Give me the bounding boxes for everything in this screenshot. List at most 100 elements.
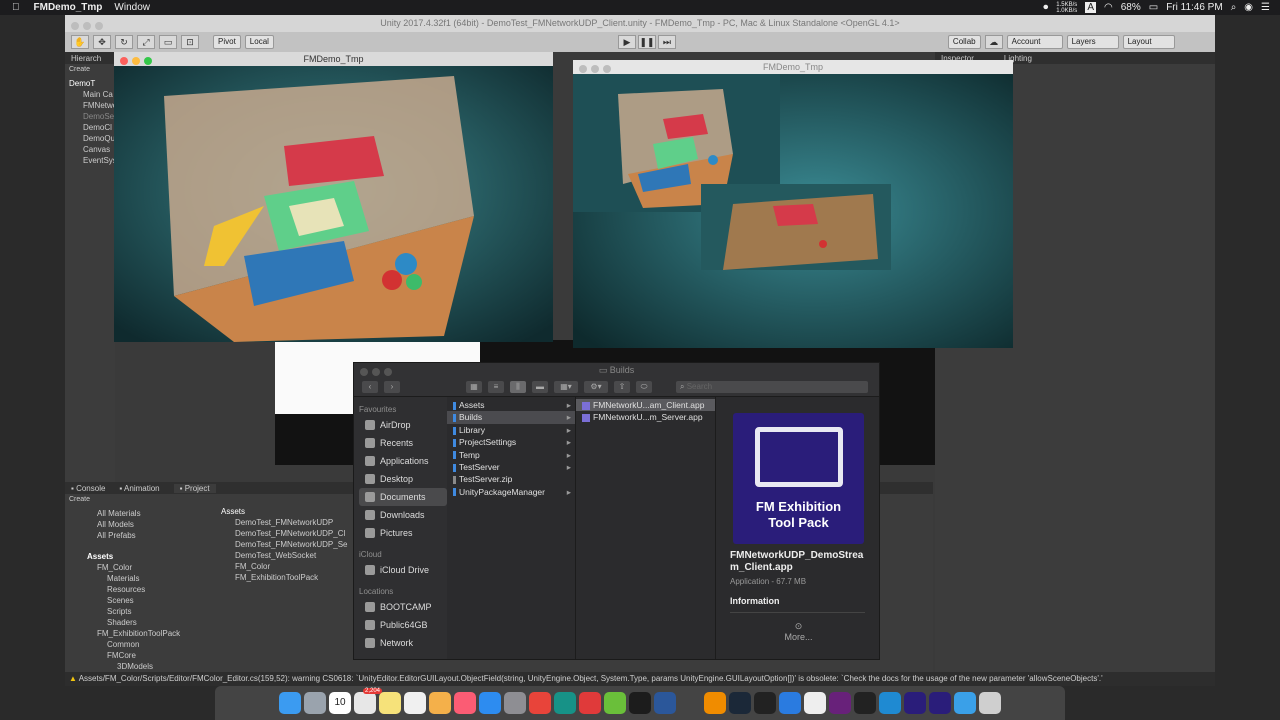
layout-dropdown[interactable]: Layout bbox=[1122, 35, 1175, 49]
console-tab[interactable]: ▪ Console bbox=[71, 484, 105, 493]
clock[interactable]: Fri 11:46 PM bbox=[1166, 2, 1223, 13]
gitkraken-icon[interactable] bbox=[554, 692, 576, 714]
record-icon[interactable]: ⏺ bbox=[1043, 2, 1048, 13]
sidebar-item-public64gb[interactable]: Public64GB bbox=[359, 616, 447, 634]
sidebar-item-pictures[interactable]: Pictures bbox=[359, 524, 447, 542]
transform-tool-icon[interactable]: ⊡ bbox=[181, 35, 199, 49]
sidebar-item-downloads[interactable]: Downloads bbox=[359, 506, 447, 524]
trash-icon[interactable] bbox=[979, 692, 1001, 714]
pivot-toggle[interactable]: Pivot bbox=[213, 35, 241, 49]
local-toggle[interactable]: Local bbox=[244, 35, 274, 49]
pause-button[interactable]: ❚❚ bbox=[637, 35, 656, 49]
reminders-icon[interactable] bbox=[404, 692, 426, 714]
monodevelop-icon[interactable] bbox=[604, 692, 626, 714]
folder-item[interactable]: FMCore bbox=[69, 650, 213, 661]
vlc-icon[interactable] bbox=[704, 692, 726, 714]
folder-item[interactable]: FM_ExhibitionToolPack bbox=[69, 628, 213, 639]
chrome-icon[interactable] bbox=[529, 692, 551, 714]
hierarchy-item[interactable]: DemoSe bbox=[69, 111, 115, 122]
folder-item[interactable]: FM_Color bbox=[69, 562, 213, 573]
system-preferences-icon[interactable] bbox=[504, 692, 526, 714]
siri-icon[interactable]: ◉ bbox=[1244, 2, 1253, 13]
sidebar-item-recents[interactable]: Recents bbox=[359, 434, 447, 452]
hand-tool-icon[interactable]: ✋ bbox=[71, 35, 89, 49]
hierarchy-item[interactable]: DemoCl bbox=[69, 122, 115, 133]
photo-booth-icon[interactable] bbox=[679, 692, 701, 714]
finder-list-item[interactable]: ProjectSettings ▸ bbox=[447, 436, 575, 448]
app-menu[interactable]: FMDemo_Tmp bbox=[34, 2, 103, 13]
asset-item[interactable]: DemoTest_WebSocket bbox=[221, 550, 352, 561]
asset-item[interactable]: FM_ExhibitionToolPack bbox=[221, 572, 352, 583]
downloads-folder-icon[interactable] bbox=[954, 692, 976, 714]
hierarchy-item[interactable]: FMNetwo bbox=[69, 100, 117, 111]
build-app-1-icon[interactable] bbox=[904, 692, 926, 714]
column-view-button[interactable]: ⫼ bbox=[510, 380, 526, 393]
terminal-icon[interactable] bbox=[629, 692, 651, 714]
finder-app-item[interactable]: FMNetworkU...m_Server.app bbox=[576, 411, 715, 423]
apple-menu-icon[interactable]:  bbox=[12, 2, 20, 13]
scale-tool-icon[interactable]: ⤢ bbox=[137, 35, 155, 49]
finder-titlebar[interactable]: ▭ Builds bbox=[354, 363, 879, 377]
finder-app-item[interactable]: FMNetworkU...am_Client.app bbox=[576, 399, 715, 412]
sidebar-item-bootcamp[interactable]: BOOTCAMP bbox=[359, 598, 447, 616]
finder-list-item[interactable]: Builds ▸ bbox=[447, 411, 575, 424]
folder-item[interactable]: Scripts bbox=[69, 606, 213, 617]
notes-icon[interactable] bbox=[379, 692, 401, 714]
tag-button[interactable]: ⬭ bbox=[636, 380, 652, 393]
photos-icon[interactable] bbox=[429, 692, 451, 714]
steam-icon[interactable] bbox=[729, 692, 751, 714]
more-button[interactable]: ⊙ More... bbox=[716, 621, 879, 642]
build-app-2-icon[interactable] bbox=[929, 692, 951, 714]
sidebar-item-applications[interactable]: Applications bbox=[359, 452, 447, 470]
folder-item[interactable]: Common bbox=[69, 639, 213, 650]
spotlight-icon[interactable]: ⌕ bbox=[1231, 2, 1237, 13]
cloud-icon[interactable]: ☁ bbox=[984, 35, 1003, 49]
sidebar-item-network[interactable]: Network bbox=[359, 634, 447, 652]
music-icon[interactable] bbox=[454, 692, 476, 714]
sidebar-item-documents[interactable]: Documents bbox=[359, 488, 447, 506]
finder-list-item[interactable]: UnityPackageManager ▸ bbox=[447, 486, 575, 498]
calendar-icon[interactable]: 10 bbox=[329, 692, 351, 714]
console-warning-bar[interactable]: ▲ Assets/FM_Color/Scripts/Editor/FMColor… bbox=[65, 672, 1215, 686]
favorite-item[interactable]: All Models bbox=[69, 519, 213, 530]
window-menu[interactable]: Window bbox=[114, 2, 150, 13]
finder-list-item[interactable]: TestServer ▸ bbox=[447, 461, 575, 473]
finder-icon[interactable] bbox=[279, 692, 301, 714]
hierarchy-item[interactable]: Main Ca bbox=[69, 89, 115, 100]
favorite-item[interactable]: All Materials bbox=[69, 508, 213, 519]
move-tool-icon[interactable]: ✥ bbox=[93, 35, 111, 49]
game-window-2[interactable]: FMDemo_Tmp bbox=[573, 60, 1013, 348]
notification-center-icon[interactable]: ☰ bbox=[1261, 2, 1270, 13]
word-icon[interactable] bbox=[654, 692, 676, 714]
group-button[interactable]: ▦▾ bbox=[554, 380, 578, 393]
finder-list-item[interactable]: TestServer.zip bbox=[447, 473, 575, 485]
forward-button[interactable]: › bbox=[384, 380, 400, 393]
battery-percent[interactable]: 68% bbox=[1121, 2, 1141, 13]
mail-icon[interactable]: 2,204 bbox=[354, 688, 382, 714]
folder-item[interactable]: 3DModels bbox=[69, 661, 213, 672]
animation-tab[interactable]: ▪ Animation bbox=[119, 484, 159, 493]
hierarchy-item[interactable]: DemoQu bbox=[69, 133, 115, 144]
icon-view-button[interactable]: ▦ bbox=[466, 380, 482, 393]
sidebar-item-desktop[interactable]: Desktop bbox=[359, 470, 447, 488]
asset-item[interactable]: DemoTest_FMNetworkUDP_Cl bbox=[221, 528, 352, 539]
gallery-view-button[interactable]: ▬ bbox=[532, 380, 548, 393]
app-store-icon[interactable] bbox=[479, 692, 501, 714]
hierarchy-item[interactable]: EventSys bbox=[69, 155, 117, 166]
unity-hub-icon[interactable] bbox=[854, 692, 876, 714]
iphone-backup-icon[interactable] bbox=[779, 692, 801, 714]
input-source[interactable]: A bbox=[1085, 2, 1096, 13]
asset-item[interactable]: FM_Color bbox=[221, 561, 352, 572]
finder-list-item[interactable]: Temp ▸ bbox=[447, 449, 575, 461]
rect-tool-icon[interactable]: ▭ bbox=[159, 35, 177, 49]
finder-list-item[interactable]: Assets ▸ bbox=[447, 399, 575, 411]
activity-icon[interactable] bbox=[754, 692, 776, 714]
share-button[interactable]: ⇧ bbox=[614, 380, 630, 393]
traffic-lights[interactable] bbox=[120, 55, 156, 69]
step-button[interactable]: ⏭ bbox=[657, 35, 676, 49]
finder-window[interactable]: ▭ Builds ‹ › ▦ ≡ ⫼ ▬ ▦▾ ⚙▾ ⇧ ⬭ ⌕ Search … bbox=[353, 362, 880, 660]
wifi-icon[interactable]: ◠ bbox=[1104, 2, 1113, 13]
folder-item[interactable]: Shaders bbox=[69, 617, 213, 628]
visual-studio-icon[interactable] bbox=[829, 692, 851, 714]
collab-dropdown[interactable]: Collab bbox=[947, 35, 981, 49]
